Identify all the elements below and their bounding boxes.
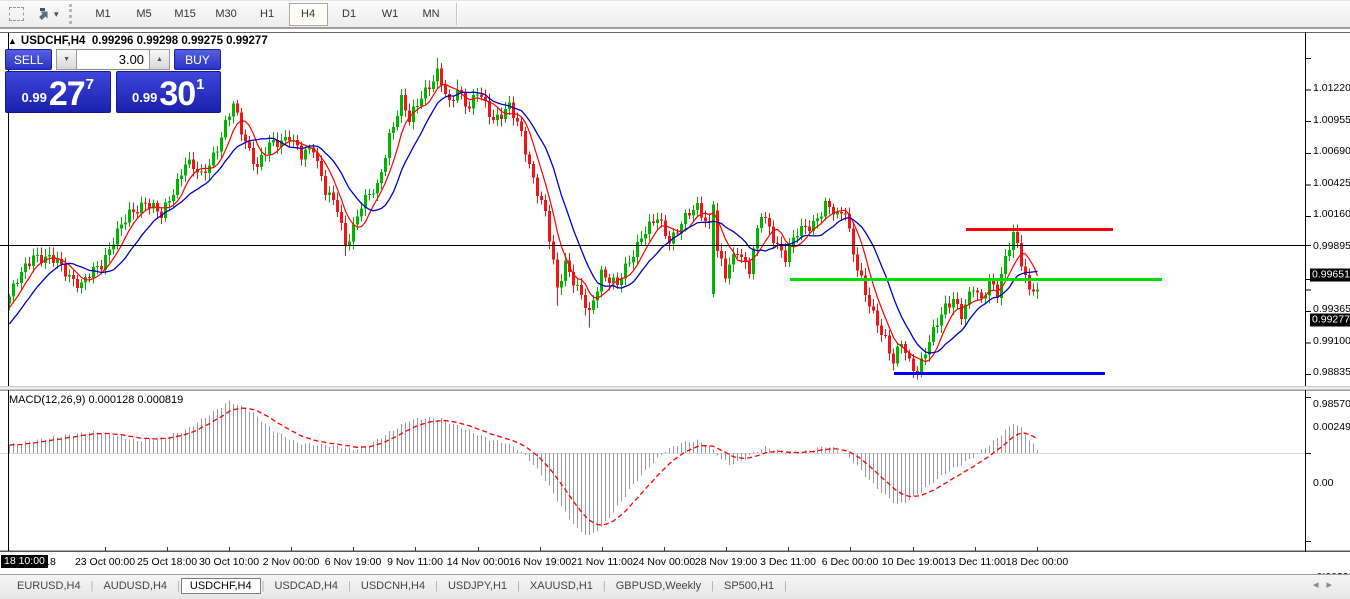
tab-separator: | bbox=[262, 580, 265, 592]
sell-button[interactable]: SELL bbox=[5, 49, 52, 70]
time-tick-label: 2 Nov 00:00 bbox=[263, 556, 320, 568]
one-click-trading-panel: SELL ▼ 3.00 ▲ BUY 0.99 27 7 0.99 30 1 bbox=[5, 49, 221, 113]
volume-decrease-button[interactable]: ▼ bbox=[56, 49, 77, 70]
timeframe-button-m30[interactable]: M30 bbox=[207, 3, 246, 26]
tab-separator: | bbox=[435, 580, 438, 592]
collapse-triangle-icon[interactable]: ▲ bbox=[8, 36, 17, 46]
volume-increase-button[interactable]: ▲ bbox=[149, 49, 170, 70]
time-tick-label: 9 Nov 11:00 bbox=[387, 556, 443, 568]
buy-button[interactable]: BUY bbox=[174, 49, 221, 70]
time-tick-label: 6 Nov 19:00 bbox=[325, 556, 382, 568]
tab-separator: | bbox=[348, 580, 351, 592]
timeframe-button-h4[interactable]: H4 bbox=[289, 3, 328, 26]
time-tick-label: 6 Dec 00:00 bbox=[822, 556, 879, 568]
time-tick-label: 28 Nov 19:00 bbox=[695, 556, 757, 568]
chart-ohlc-quotes: 0.99296 0.99298 0.99275 0.99277 bbox=[92, 35, 268, 47]
timeframe-button-d1[interactable]: D1 bbox=[330, 3, 369, 26]
tab-scroll-arrows: ◂▸ bbox=[1313, 578, 1340, 591]
price-axis-label: 1.00955 bbox=[1313, 114, 1350, 126]
chart-tab-bar: EURUSD,H4|AUDUSD,H4|USDCHF,H4|USDCAD,H4|… bbox=[0, 574, 1350, 596]
buy-price-point: 1 bbox=[196, 76, 204, 93]
timeframe-button-m15[interactable]: M15 bbox=[166, 3, 205, 26]
dropdown-caret-icon[interactable]: ▾ bbox=[54, 9, 59, 20]
timeframe-button-m5[interactable]: M5 bbox=[125, 3, 164, 26]
chart-tab-audusd[interactable]: AUDUSD,H4 bbox=[94, 578, 176, 594]
time-tick-label: 23 Oct 00:00 bbox=[75, 556, 135, 568]
time-tick-label: 18 Dec 00:00 bbox=[1006, 556, 1068, 568]
tab-separator: | bbox=[91, 580, 94, 592]
toolbar-separator bbox=[456, 3, 458, 25]
volume-field[interactable]: 3.00 bbox=[77, 49, 149, 70]
chart-window: ▲ USDCHF,H4 0.99296 0.99298 0.99275 0.992… bbox=[0, 31, 1350, 574]
chart-tab-xauusd[interactable]: XAUUSD,H1 bbox=[521, 578, 602, 594]
chart-tab-eurusd[interactable]: EURUSD,H4 bbox=[8, 578, 90, 594]
price-axis-label: 1.00160 bbox=[1313, 208, 1350, 220]
time-tick-label: 10 Dec 19:00 bbox=[882, 556, 944, 568]
sell-price-pips: 27 bbox=[49, 79, 85, 109]
selected-time-tag: 18 10:00 bbox=[1, 555, 48, 568]
macd-pane[interactable] bbox=[0, 390, 1350, 552]
macd-indicator-label: MACD(12,26,9) 0.000128 0.000819 bbox=[9, 394, 183, 406]
price-axis-tag: 0.99651 bbox=[1310, 269, 1350, 282]
time-tick-label: 30 Oct 10:00 bbox=[199, 556, 259, 568]
tab-separator: | bbox=[177, 580, 180, 592]
chart-symbol: USDCHF,H4 bbox=[21, 35, 86, 47]
time-tick-label: 25 Oct 18:00 bbox=[137, 556, 197, 568]
selection-rectangle-icon[interactable] bbox=[4, 3, 28, 25]
sell-price-point: 7 bbox=[86, 76, 94, 93]
price-axis-label: 1.00690 bbox=[1313, 145, 1350, 157]
time-tick-label: 21 Nov 11:00 bbox=[571, 556, 633, 568]
price-axis-label: 0.99100 bbox=[1313, 335, 1350, 347]
price-axis-tag: 0.99277 bbox=[1310, 313, 1350, 326]
chart-title: ▲ USDCHF,H4 0.99296 0.99298 0.99275 0.992… bbox=[8, 35, 268, 47]
time-axis[interactable]: 18 10:00 18 23 Oct 00:0025 Oct 18:0030 O… bbox=[0, 552, 1350, 573]
buy-price-pips: 30 bbox=[159, 79, 195, 109]
macd-axis-label: 0.002492 bbox=[1313, 421, 1350, 433]
tab-separator: | bbox=[603, 580, 606, 592]
mt4-application: ▾ M1M5M15M30H1H4D1W1MN ▲ USDCHF,H4 0.9929… bbox=[0, 0, 1350, 599]
macd-axis-label: 0.00 bbox=[1313, 477, 1333, 489]
tab-separator: | bbox=[711, 580, 714, 592]
timeframe-button-m1[interactable]: M1 bbox=[84, 3, 123, 26]
tab-scroll-right-icon[interactable]: ▸ bbox=[1326, 579, 1340, 591]
time-tick-label: 24 Nov 00:00 bbox=[633, 556, 695, 568]
price-axis-label: 0.99895 bbox=[1313, 240, 1350, 252]
tab-scroll-left-icon[interactable]: ◂ bbox=[1313, 579, 1327, 591]
tab-separator: | bbox=[784, 580, 787, 592]
sell-price-box[interactable]: 0.99 27 7 bbox=[5, 71, 111, 113]
timeframe-button-w1[interactable]: W1 bbox=[371, 3, 410, 26]
buy-price-box[interactable]: 0.99 30 1 bbox=[116, 71, 222, 113]
chart-tab-usdchf[interactable]: USDCHF,H4 bbox=[181, 578, 261, 594]
chart-tab-usdcad[interactable]: USDCAD,H4 bbox=[265, 578, 347, 594]
toolbar: ▾ M1M5M15M30H1H4D1W1MN bbox=[0, 1, 1350, 29]
time-tick-label: 16 Nov 19:00 bbox=[509, 556, 571, 568]
sell-price-prefix: 0.99 bbox=[22, 90, 47, 105]
price-axis-label: 1.01220 bbox=[1313, 82, 1350, 94]
time-tick-label: 14 Nov 00:00 bbox=[447, 556, 509, 568]
chart-tab-gbpusd[interactable]: GBPUSD,Weekly bbox=[607, 578, 710, 594]
price-axis-label: 0.98835 bbox=[1313, 366, 1350, 378]
time-tick-label: 3 Dec 11:00 bbox=[760, 556, 816, 568]
timeframe-button-mn[interactable]: MN bbox=[412, 3, 451, 26]
chart-tab-usdjpy[interactable]: USDJPY,H1 bbox=[439, 578, 516, 594]
price-axis-label: 0.98570 bbox=[1313, 398, 1350, 410]
arrange-arrows-icon[interactable] bbox=[32, 3, 56, 25]
tab-separator: | bbox=[517, 580, 520, 592]
timeframe-buttons: M1M5M15M30H1H4D1W1MN bbox=[83, 3, 452, 26]
time-tick-label: 18 bbox=[44, 556, 56, 568]
chart-tab-usdcnh[interactable]: USDCNH,H4 bbox=[352, 578, 434, 594]
buy-price-prefix: 0.99 bbox=[132, 90, 157, 105]
timeframe-button-h1[interactable]: H1 bbox=[248, 3, 287, 26]
price-axis-label: 1.00425 bbox=[1313, 177, 1350, 189]
time-tick-label: 13 Dec 11:00 bbox=[944, 556, 1006, 568]
chart-tab-sp500[interactable]: SP500,H1 bbox=[715, 578, 783, 594]
toolbar-grip[interactable] bbox=[69, 4, 79, 24]
